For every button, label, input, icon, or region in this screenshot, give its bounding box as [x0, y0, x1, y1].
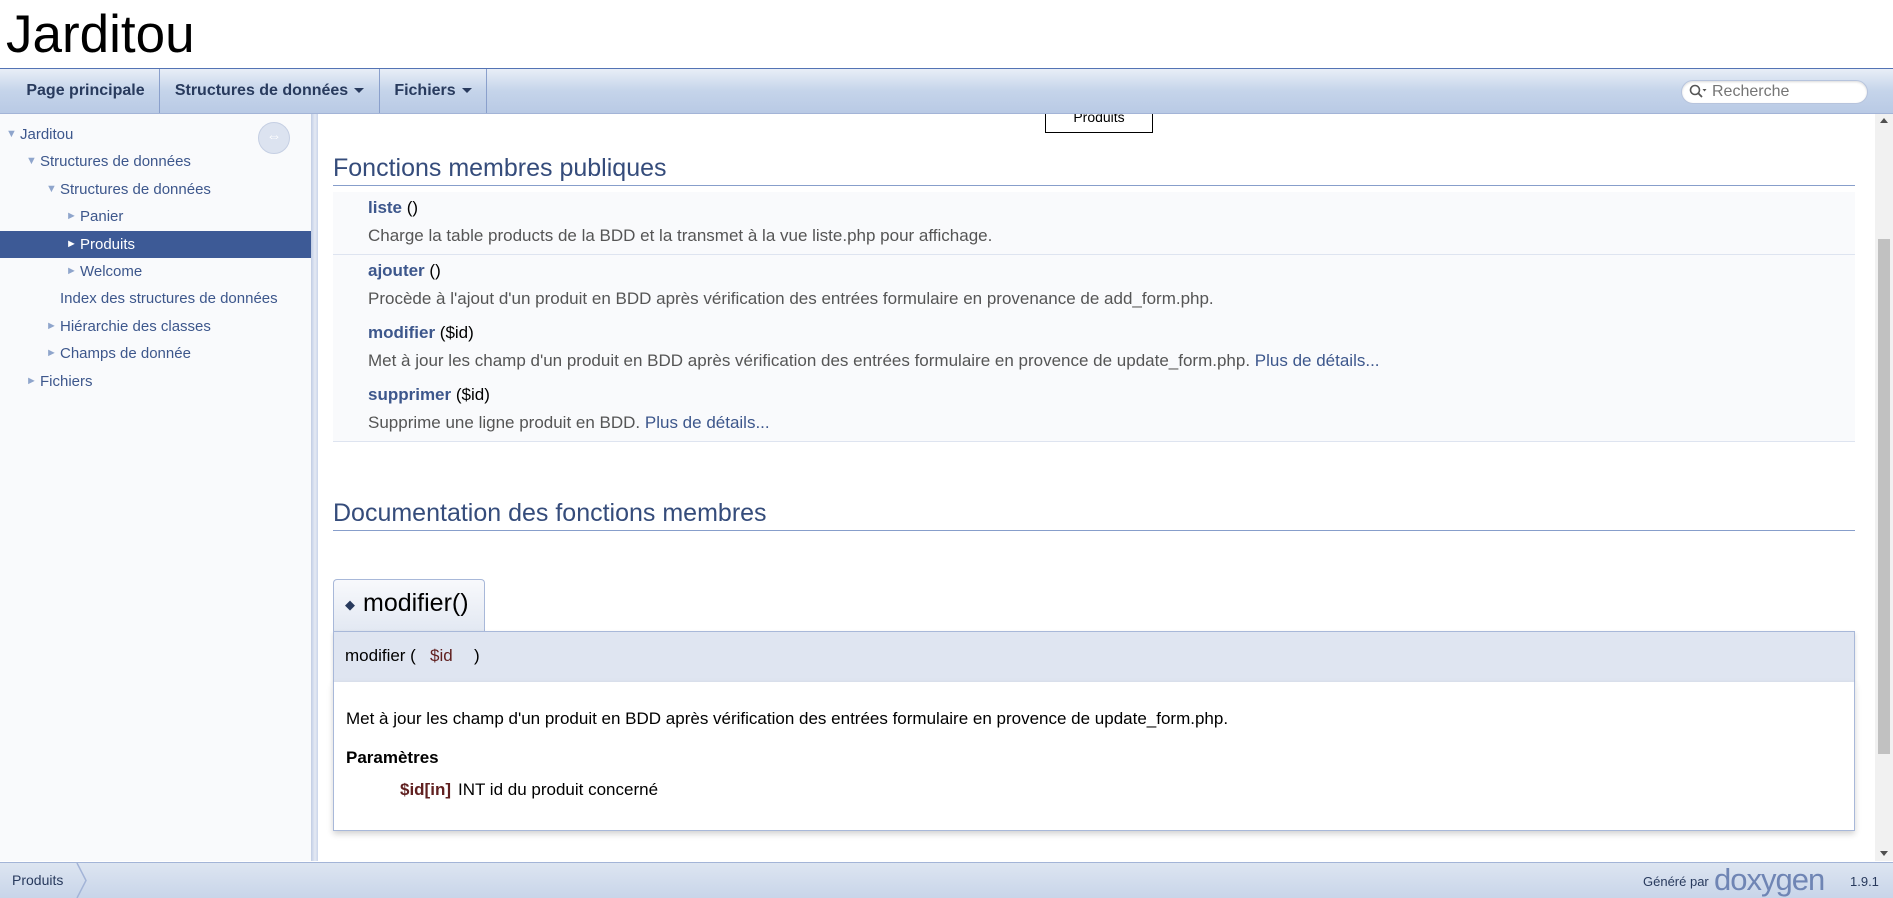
member-description: Supprime une ligne produit en BDD. Plus …: [368, 413, 770, 433]
collapsed-arrow-icon[interactable]: ►: [46, 340, 57, 367]
sidebar-item-label: Hiérarchie des classes: [60, 317, 211, 335]
member-title-tab: ◆ modifier(): [333, 579, 485, 632]
breadcrumb[interactable]: Produits: [0, 863, 78, 898]
diamond-icon: ◆: [345, 597, 355, 612]
sidebar-item[interactable]: ► Welcome: [0, 258, 311, 285]
sidebar-item[interactable]: ► Fichiers: [0, 368, 311, 395]
search-icon[interactable]: [1689, 84, 1707, 100]
member-desc-text: Supprime une ligne produit en BDD.: [368, 413, 645, 432]
public-functions-heading: Fonctions membres publiques: [333, 154, 1855, 186]
sidebar-item[interactable]: ► Produits: [0, 230, 311, 258]
member-doc-heading: Documentation des fonctions membres: [333, 499, 1855, 531]
version-text: 1.9.1: [1850, 874, 1879, 889]
more-details-link[interactable]: Plus de détails...: [1255, 351, 1380, 370]
scrollbar[interactable]: [1875, 114, 1893, 861]
member-args: (): [402, 198, 419, 217]
member-desc-text: Met à jour les champ d'un produit en BDD…: [368, 351, 1255, 370]
sidebar-item[interactable]: ▼ Structures de données: [0, 176, 311, 203]
member-row: modifier ($id) Met à jour les champ d'un…: [333, 317, 1855, 380]
member-link-supprimer[interactable]: supprimer: [368, 385, 451, 404]
scroll-down-icon[interactable]: [1880, 851, 1888, 856]
expanded-arrow-icon[interactable]: ▼: [46, 176, 57, 203]
search-input[interactable]: [1712, 82, 1862, 101]
sidebar-item-label: Index des structures de données: [60, 290, 278, 308]
prototype-close: ): [474, 646, 480, 665]
collapsed-arrow-icon[interactable]: ►: [66, 203, 77, 230]
member-signature: supprimer ($id): [368, 385, 490, 405]
collapsed-arrow-icon[interactable]: ►: [66, 231, 77, 258]
doxygen-logo[interactable]: doxygen: [1714, 864, 1825, 895]
member-signature: liste (): [368, 198, 418, 218]
member-doc-body: Met à jour les champ d'un produit en BDD…: [333, 682, 1855, 831]
sidebar-item[interactable]: ► Panier: [0, 203, 311, 230]
tab-main-page[interactable]: Page principale: [12, 69, 160, 113]
sidebar-item[interactable]: ▼ Structures de données: [0, 148, 311, 175]
member-description: Met à jour les champ d'un produit en BDD…: [368, 351, 1380, 371]
member-row: supprimer ($id) Supprime une ligne produ…: [333, 379, 1855, 442]
member-link-ajouter[interactable]: ajouter: [368, 261, 425, 280]
sync-icon[interactable]: ⇔: [258, 122, 290, 154]
member-args: (): [424, 261, 441, 280]
tab-data-structures[interactable]: Structures de données: [160, 69, 380, 113]
tab-files-label: Fichiers: [394, 82, 456, 99]
sync-glyph: ⇔: [266, 128, 282, 145]
member-signature: ajouter (): [368, 261, 441, 281]
breadcrumb-separator-icon: [76, 863, 87, 898]
sidebar-item-label: Jarditou: [20, 126, 74, 143]
tab-files[interactable]: Fichiers: [380, 69, 487, 113]
title-area: Jarditou: [0, 0, 1893, 69]
chevron-down-icon: [354, 88, 365, 94]
sidebar-item-label: Panier: [80, 208, 124, 226]
tab-data-structures-label: Structures de données: [174, 82, 349, 99]
sidebar-splitter[interactable]: [312, 114, 318, 861]
main-content: Produits Fonctions membres publiques lis…: [319, 114, 1875, 861]
search-box[interactable]: [1681, 80, 1868, 104]
member-desc-text: Procède à l'ajout d'un produit en BDD ap…: [368, 289, 1214, 308]
params-heading: Paramètres: [346, 748, 439, 767]
sidebar-item[interactable]: ► Champs de donnée: [0, 340, 311, 367]
expanded-arrow-icon[interactable]: ▼: [26, 148, 37, 175]
member-link-modifier[interactable]: modifier: [368, 323, 435, 342]
prototype-name: modifier (: [345, 646, 416, 665]
sidebar-item[interactable]: Index des structures de données: [0, 285, 311, 312]
sidebar-tree: ▼ Jarditou ▼ Structures de données ▼ Structur…: [0, 114, 312, 861]
member-prototype: modifier ( $id ): [333, 631, 1855, 683]
param-description: INT id du produit concerné: [458, 780, 659, 799]
sidebar-item-label: Welcome: [80, 263, 143, 280]
member-signature: modifier ($id): [368, 323, 474, 343]
member-args: ($id): [451, 385, 490, 404]
chevron-down-icon: [461, 88, 472, 94]
main-navbar: Page principale Structures de données Fi…: [0, 69, 1893, 114]
tab-main-page-label: Page principale: [26, 82, 145, 99]
sidebar-item-label: Produits: [80, 235, 136, 253]
sidebar-item[interactable]: ► Hiérarchie des classes: [0, 313, 311, 340]
more-details-link[interactable]: Plus de détails...: [645, 413, 770, 432]
member-link-liste[interactable]: liste: [368, 198, 402, 217]
prototype-param: $id: [430, 646, 453, 665]
collapsed-arrow-icon[interactable]: ►: [26, 368, 37, 395]
member-description: Procède à l'ajout d'un produit en BDD ap…: [368, 289, 1214, 309]
sidebar-item-label: Structures de données: [60, 180, 211, 198]
param-name: $id[in]: [400, 780, 451, 799]
member-title: modifier(): [363, 589, 469, 617]
generated-by-text: Généré par: [1643, 874, 1709, 889]
member-doc-description: Met à jour les champ d'un produit en BDD…: [346, 709, 1229, 728]
member-desc-text: Charge la table products de la BDD et la…: [368, 226, 993, 245]
scrollbar-thumb[interactable]: [1878, 239, 1890, 754]
member-row: ajouter () Procède à l'ajout d'un produi…: [333, 255, 1855, 318]
collapsed-arrow-icon[interactable]: ►: [46, 313, 57, 340]
scroll-up-icon[interactable]: [1880, 118, 1888, 123]
collapsed-arrow-icon[interactable]: ►: [66, 258, 77, 285]
class-diagram-node[interactable]: Produits: [1045, 114, 1153, 133]
sidebar-item-label: Champs de donnée: [60, 345, 191, 363]
sidebar-item-label: Structures de données: [40, 153, 191, 171]
expanded-arrow-icon[interactable]: ▼: [6, 121, 17, 148]
sidebar-item-label: Fichiers: [40, 372, 93, 390]
footer-navpath: Produits Généré par doxygen 1.9.1: [0, 862, 1893, 898]
member-row: liste () Charge la table products de la …: [333, 192, 1855, 255]
project-name: Jarditou: [6, 5, 195, 64]
member-args: ($id): [435, 323, 474, 342]
member-description: Charge la table products de la BDD et la…: [368, 226, 992, 246]
